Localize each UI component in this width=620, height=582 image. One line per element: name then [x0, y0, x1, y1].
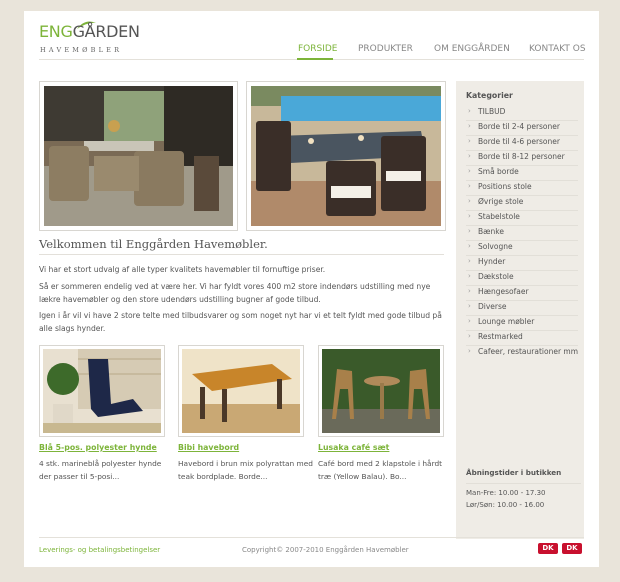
chevron-right-icon: ›	[468, 227, 471, 235]
main-nav: FORSIDE PRODUKTER OM ENGGÅRDEN KONTAKT O…	[24, 44, 599, 64]
sidebar-item-tilbud[interactable]: › TILBUD	[466, 105, 578, 121]
sidebar-item-lounge-moebler[interactable]: › Lounge møbler	[466, 315, 578, 331]
chevron-right-icon: ›	[468, 122, 471, 130]
nav-produkter[interactable]: PRODUKTER	[358, 44, 413, 54]
hero-photo-terrace	[39, 81, 238, 231]
sidebar-item-stabelstole[interactable]: › Stabelstole	[466, 210, 578, 226]
chevron-right-icon: ›	[468, 212, 471, 220]
chevron-right-icon: ›	[468, 137, 471, 145]
sidebar-item-restmarked[interactable]: › Restmarked	[466, 330, 578, 346]
chevron-right-icon: ›	[468, 317, 471, 325]
sidebar-title: Kategorier	[466, 91, 513, 100]
opening-hours-weekdays: Man-Fre: 10.00 - 17.30	[466, 489, 546, 497]
dk-badge-icon[interactable]: DK	[562, 543, 582, 554]
sidebar-item-diverse[interactable]: › Diverse	[466, 300, 578, 316]
chevron-right-icon: ›	[468, 167, 471, 175]
product-desc-hynde: 4 stk. marineblå polyester hynde der pas…	[39, 459, 162, 481]
sidebar-item-smaa-borde[interactable]: › Små borde	[466, 165, 578, 181]
chevron-right-icon: ›	[468, 287, 471, 295]
chevron-right-icon: ›	[468, 107, 471, 115]
product-title-lusaka[interactable]: Lusaka café sæt	[318, 443, 389, 452]
chevron-right-icon: ›	[468, 182, 471, 190]
opening-hours-weekend: Lør/Søn: 10.00 - 16.00	[466, 501, 545, 509]
opening-hours-title: Åbningstider i butikken	[466, 468, 562, 477]
nav-forside[interactable]: FORSIDE	[298, 44, 338, 54]
nav-active-indicator	[297, 58, 333, 60]
sidebar-item-baenke[interactable]: › Bænke	[466, 225, 578, 241]
sidebar-item-borde-4-6[interactable]: › Borde til 4-6 personer	[466, 135, 578, 151]
chevron-right-icon: ›	[468, 197, 471, 205]
chevron-right-icon: ›	[468, 302, 471, 310]
sidebar-item-haengesofaer[interactable]: › Hængesofaer	[466, 285, 578, 301]
sidebar-item-borde-8-12[interactable]: › Borde til 8-12 personer	[466, 150, 578, 166]
product-desc-lusaka: Café bord med 2 klapstole i hårdt træ (Y…	[318, 459, 443, 481]
chevron-right-icon: ›	[468, 242, 471, 250]
hero-photo-pool	[246, 81, 446, 231]
terms-link[interactable]: Leverings- og betalingsbetingelser	[39, 546, 160, 554]
tents-paragraph: Igen i år vil vi have 2 store telte med …	[39, 311, 442, 333]
copyright-text: Copyright© 2007-2010 Enggården Havemøble…	[242, 546, 409, 554]
summer-paragraph: Så er sommeren endelig ved at være her. …	[39, 282, 431, 304]
sidebar-item-cafeer[interactable]: › Cafeer, restaurationer mm	[466, 345, 578, 360]
sidebar-item-oevrige-stole[interactable]: › Øvrige stole	[466, 195, 578, 211]
opening-hours-divider	[466, 483, 581, 484]
sidebar: Kategorier › TILBUD › Borde til 2-4 person…	[456, 81, 584, 539]
product-title-hynde[interactable]: Blå 5-pos. polyester hynde	[39, 443, 157, 452]
intro-paragraph: Vi har et stort udvalg af alle typer kva…	[39, 265, 326, 274]
chevron-right-icon: ›	[468, 272, 471, 280]
page-title: Velkommen til Enggården Havemøbler.	[39, 237, 268, 251]
product-image-bibi[interactable]	[178, 345, 304, 437]
heading-divider	[39, 254, 444, 255]
sidebar-item-daekstole[interactable]: › Dækstole	[466, 270, 578, 286]
chevron-right-icon: ›	[468, 152, 471, 160]
dk-badge-icon[interactable]: DK	[538, 543, 558, 554]
chevron-right-icon: ›	[468, 257, 471, 265]
sidebar-item-hynder[interactable]: › Hynder	[466, 255, 578, 271]
nav-om-enggaarden[interactable]: OM ENGGÅRDEN	[434, 44, 510, 54]
footer-divider	[39, 537, 584, 538]
nav-kontakt-os[interactable]: KONTAKT OS	[529, 44, 586, 54]
logo-wordmark: ENGGÅRDEN	[39, 22, 140, 41]
product-title-bibi[interactable]: Bibi havebord	[178, 443, 239, 452]
product-image-lusaka[interactable]	[318, 345, 444, 437]
sidebar-item-positions-stole[interactable]: › Positions stole	[466, 180, 578, 196]
sidebar-item-borde-2-4[interactable]: › Borde til 2-4 personer	[466, 120, 578, 136]
product-desc-bibi: Havebord i brun mix polyrattan med teak …	[178, 459, 313, 481]
chevron-right-icon: ›	[468, 332, 471, 340]
chevron-right-icon: ›	[468, 347, 471, 355]
product-image-hynde[interactable]	[39, 345, 165, 437]
sidebar-item-solvogne[interactable]: › Solvogne	[466, 240, 578, 256]
page-container: ENGGÅRDEN HAVEMØBLER FORSIDE PRODUKTER O…	[24, 11, 599, 567]
